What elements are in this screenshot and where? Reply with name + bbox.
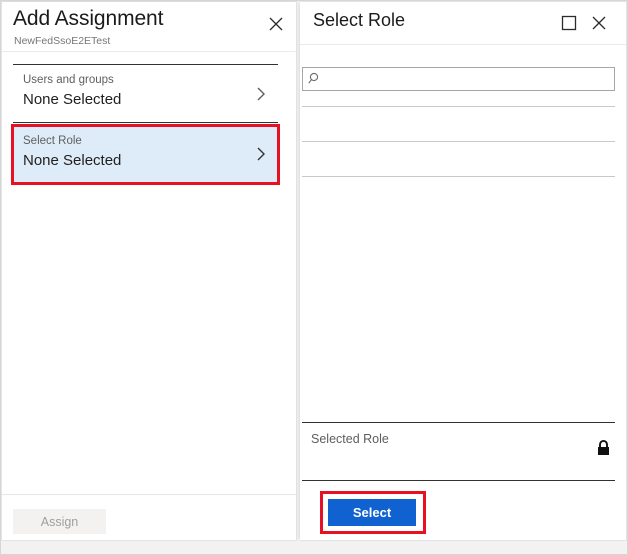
chevron-right-icon xyxy=(252,85,270,103)
picker-value: None Selected xyxy=(23,152,121,169)
list-item[interactable] xyxy=(302,98,615,107)
select-role-title: Select Role xyxy=(313,10,405,31)
search-input[interactable] xyxy=(327,68,616,92)
role-list[interactable] xyxy=(302,98,615,420)
selected-role-divider-top xyxy=(302,422,615,423)
close-icon[interactable] xyxy=(264,12,288,36)
add-assignment-header: Add Assignment NewFedSsoE2ETest xyxy=(2,2,296,52)
list-item[interactable] xyxy=(302,142,615,177)
page-subtitle: NewFedSsoE2ETest xyxy=(14,35,110,47)
chevron-right-icon xyxy=(252,145,270,163)
search-icon xyxy=(307,71,323,87)
assign-button[interactable]: Assign xyxy=(13,509,106,534)
search-box[interactable] xyxy=(302,67,615,91)
footer-divider xyxy=(2,494,296,495)
picker-row-users-and-groups[interactable]: Users and groups None Selected xyxy=(13,65,278,123)
list-item[interactable] xyxy=(302,107,615,142)
maximize-icon[interactable] xyxy=(559,13,579,33)
close-icon[interactable] xyxy=(589,13,609,33)
selected-role-label: Selected Role xyxy=(311,432,389,446)
lock-icon xyxy=(595,439,612,457)
add-assignment-blade: Add Assignment NewFedSsoE2ETest Users an… xyxy=(1,1,297,541)
picker-label: Users and groups xyxy=(23,74,114,86)
select-button[interactable]: Select xyxy=(328,499,416,526)
select-role-header: Select Role xyxy=(300,2,626,45)
picker-value: None Selected xyxy=(23,91,121,108)
screenshot-root: Add Assignment NewFedSsoE2ETest Users an… xyxy=(0,0,628,555)
selected-role-divider-bottom xyxy=(302,480,615,481)
select-role-blade: Select Role xyxy=(300,1,627,541)
picker-row-select-role[interactable]: Select Role None Selected xyxy=(13,126,278,182)
picker-label: Select Role xyxy=(23,135,82,147)
page-title: Add Assignment xyxy=(13,7,163,31)
